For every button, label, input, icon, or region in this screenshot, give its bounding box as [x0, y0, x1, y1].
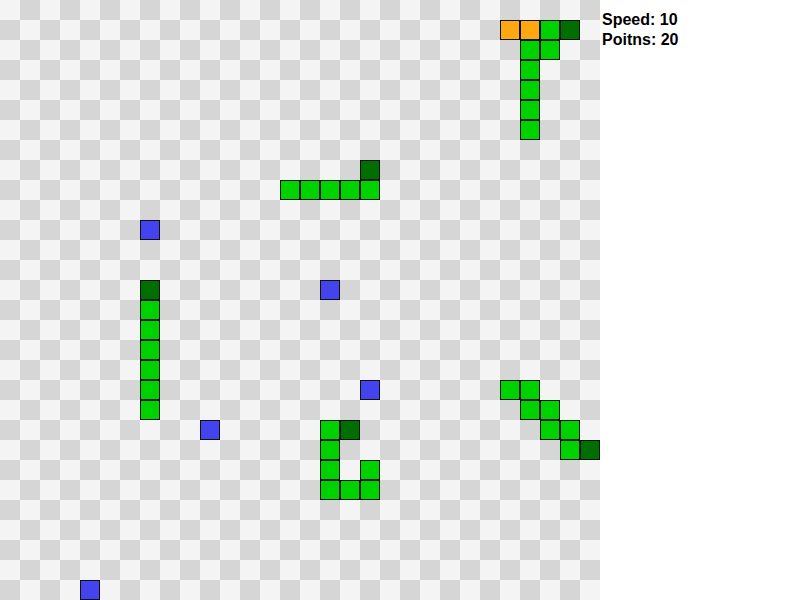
snake-segment [540, 40, 560, 60]
snake-segment [140, 340, 160, 360]
game-board [0, 0, 600, 600]
snake-segment [520, 400, 540, 420]
bonus-cell [520, 20, 540, 40]
snake-segment [520, 100, 540, 120]
food-cell [80, 580, 100, 600]
snake-segment [140, 320, 160, 340]
snake-segment [540, 20, 560, 40]
snake-segment [520, 120, 540, 140]
snake-segment [500, 380, 520, 400]
snake-segment [320, 480, 340, 500]
snake-segment [140, 400, 160, 420]
snake-segment [520, 60, 540, 80]
snake-head [340, 420, 360, 440]
snake-segment [320, 180, 340, 200]
snake-segment [520, 380, 540, 400]
snake-segment [540, 400, 560, 420]
score-panel: Speed: 10Poitns: 20 [600, 0, 800, 600]
snake-segment [280, 180, 300, 200]
snake-segment [320, 460, 340, 480]
snake-segment [360, 460, 380, 480]
snake-segment [520, 80, 540, 100]
snake-segment [340, 180, 360, 200]
snake-head [580, 440, 600, 460]
snake-segment [320, 420, 340, 440]
snake-segment [300, 180, 320, 200]
snake-segment [320, 440, 340, 460]
snake-segment [520, 40, 540, 60]
snake-segment [140, 300, 160, 320]
snake-segment [140, 360, 160, 380]
snake-segment [560, 440, 580, 460]
snake-head [140, 280, 160, 300]
stat-label: Poitns: 20 [602, 30, 796, 50]
snake-segment [360, 180, 380, 200]
snake-segment [540, 420, 560, 440]
snake-head [560, 20, 580, 40]
food-cell [200, 420, 220, 440]
snake-segment [340, 480, 360, 500]
food-cell [320, 280, 340, 300]
game-screen: Speed: 10Poitns: 20 [0, 0, 800, 600]
snake-segment [360, 480, 380, 500]
stat-label: Speed: 10 [602, 10, 796, 30]
bonus-cell [500, 20, 520, 40]
food-cell [140, 220, 160, 240]
snake-segment [560, 420, 580, 440]
snake-head [360, 160, 380, 180]
snake-segment [140, 380, 160, 400]
food-cell [360, 380, 380, 400]
